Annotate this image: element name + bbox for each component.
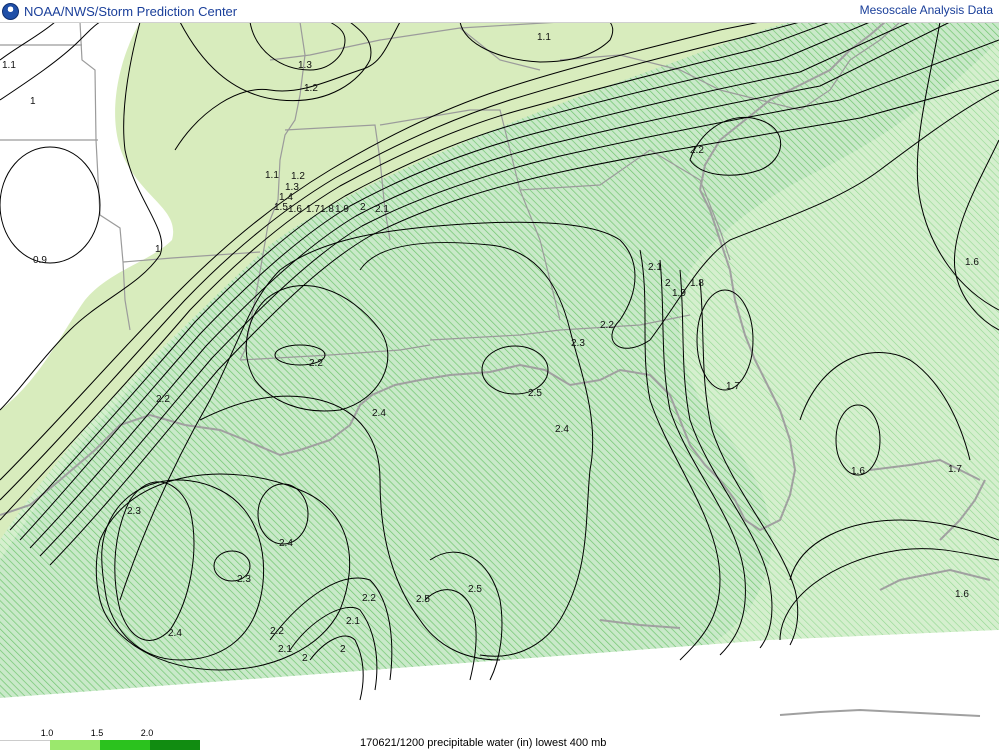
contour-label: 2 <box>340 644 346 655</box>
legend-swatch <box>150 740 200 750</box>
contour-label: 2.5 <box>528 388 542 399</box>
contour-label: 2.4 <box>279 538 293 549</box>
footer-bar: 1.0 1.5 2.0 170621/1200 precipitable wat… <box>0 728 999 751</box>
product-title: Mesoscale Analysis Data <box>859 3 993 17</box>
contour-label: 1.7 <box>948 464 962 475</box>
page-title: NOAA/NWS/Storm Prediction Center <box>24 3 238 19</box>
contour-label: 2.1 <box>375 204 389 215</box>
contour-label: 2.2 <box>309 358 323 369</box>
contour-label: 2.2 <box>156 394 170 405</box>
contour-label: 1.3 <box>298 60 312 71</box>
contour-label: 2 <box>360 202 366 213</box>
contour-label: 2.2 <box>362 593 376 604</box>
contour-label: 2.2 <box>690 145 704 156</box>
header-bar: NOAA/NWS/Storm Prediction Center Mesosca… <box>0 0 999 23</box>
contour-label: 2.3 <box>127 506 141 517</box>
contour-label: 1.8 <box>690 278 704 289</box>
contour-label: 1.1 <box>265 170 279 181</box>
legend-swatch-white <box>0 740 50 751</box>
contour-label: 1.8 <box>320 204 334 215</box>
contour-label: 2.1 <box>648 262 662 273</box>
map-caption: 170621/1200 precipitable water (in) lowe… <box>360 737 607 749</box>
contour-label: 1.7 <box>726 381 740 392</box>
contour-label: 1.1 <box>2 60 16 71</box>
contour-label: 1.6 <box>288 204 302 215</box>
contour-label: 2.4 <box>168 628 182 639</box>
legend-tick: 1.0 <box>40 728 54 738</box>
noaa-logo-icon <box>2 2 19 20</box>
contour-label: 2.5 <box>416 594 430 605</box>
contour-label: 2.3 <box>571 338 585 349</box>
contour-label: 0.9 <box>33 255 47 266</box>
contour-label: 2.3 <box>237 574 251 585</box>
contour-label: 1.6 <box>851 466 865 477</box>
contour-label: 2.1 <box>278 644 292 655</box>
legend-swatch <box>100 740 150 750</box>
header-left: NOAA/NWS/Storm Prediction Center <box>2 2 237 20</box>
legend-tick: 2.0 <box>140 728 154 738</box>
contour-label: 2.4 <box>555 424 569 435</box>
contour-label: 1 <box>155 244 161 255</box>
contour-label: 1.5 <box>274 202 288 213</box>
contour-label: 1.6 <box>965 257 979 268</box>
contour-label: 2.2 <box>600 320 614 331</box>
contour-label: 1.9 <box>335 204 349 215</box>
contour-label: 1.2 <box>291 171 305 182</box>
contour-label: 2.4 <box>372 408 386 419</box>
legend-tick: 1.5 <box>90 728 104 738</box>
map-svg: 1.1 1 0.9 1.3 1.2 1.1 2.2 1.6 1.1 1.2 1.… <box>0 22 999 736</box>
contour-label: 1 <box>30 96 36 107</box>
color-legend: 1.0 1.5 2.0 <box>0 728 210 751</box>
legend-swatch <box>50 740 100 750</box>
contour-label: 1.6 <box>955 589 969 600</box>
contour-label: 1.1 <box>537 32 551 43</box>
contour-label: 2.2 <box>270 626 284 637</box>
contour-label: 2.5 <box>468 584 482 595</box>
contour-label: 1.2 <box>304 83 318 94</box>
contour-label: 2 <box>665 278 671 289</box>
contour-label: 1.7 <box>306 204 320 215</box>
contour-label: 2.1 <box>346 616 360 627</box>
contour-label: 2 <box>302 653 308 664</box>
contour-label: 1.9 <box>672 288 686 299</box>
map-panel: 1.1 1 0.9 1.3 1.2 1.1 2.2 1.6 1.1 1.2 1.… <box>0 22 999 736</box>
